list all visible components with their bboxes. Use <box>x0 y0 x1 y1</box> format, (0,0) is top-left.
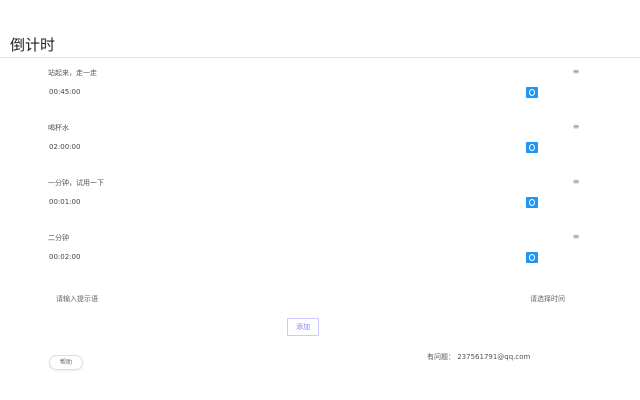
timer-item: 站起来，走一走 00:45:00 ≡ <box>48 67 583 118</box>
timer-time: 02:00:00 <box>49 143 81 151</box>
help-button[interactable]: 帮助 <box>49 355 83 370</box>
reminder-text-input[interactable] <box>56 293 356 305</box>
timer-time: 00:02:00 <box>49 253 81 261</box>
timer-item: 喝杯水 02:00:00 ≡ <box>48 122 583 173</box>
page-header: 倒计时 <box>0 0 640 58</box>
start-timer-button[interactable] <box>526 252 538 263</box>
timer-name: 一分钟，试用一下 <box>48 179 104 187</box>
delete-icon[interactable]: ≡ <box>571 67 581 77</box>
timer-time: 00:45:00 <box>49 88 81 96</box>
timer-item: 二分钟 00:02:00 ≡ <box>48 232 583 283</box>
delete-icon[interactable]: ≡ <box>571 122 581 132</box>
add-timer-button[interactable]: 添加 <box>287 318 319 336</box>
timer-name: 站起来，走一走 <box>48 69 97 77</box>
timer-name: 二分钟 <box>48 234 69 242</box>
delete-icon[interactable]: ≡ <box>571 177 581 187</box>
start-timer-button[interactable] <box>526 197 538 208</box>
timer-time: 00:01:00 <box>49 198 81 206</box>
start-timer-button[interactable] <box>526 142 538 153</box>
contact-info: 有问题： 237561791@qq.com <box>427 353 531 361</box>
delete-icon[interactable]: ≡ <box>571 232 581 242</box>
page-title: 倒计时 <box>10 36 56 54</box>
start-timer-button[interactable] <box>526 87 538 98</box>
timer-name: 喝杯水 <box>48 124 69 132</box>
time-picker-input[interactable] <box>530 293 600 305</box>
timer-item: 一分钟，试用一下 00:01:00 ≡ <box>48 177 583 228</box>
